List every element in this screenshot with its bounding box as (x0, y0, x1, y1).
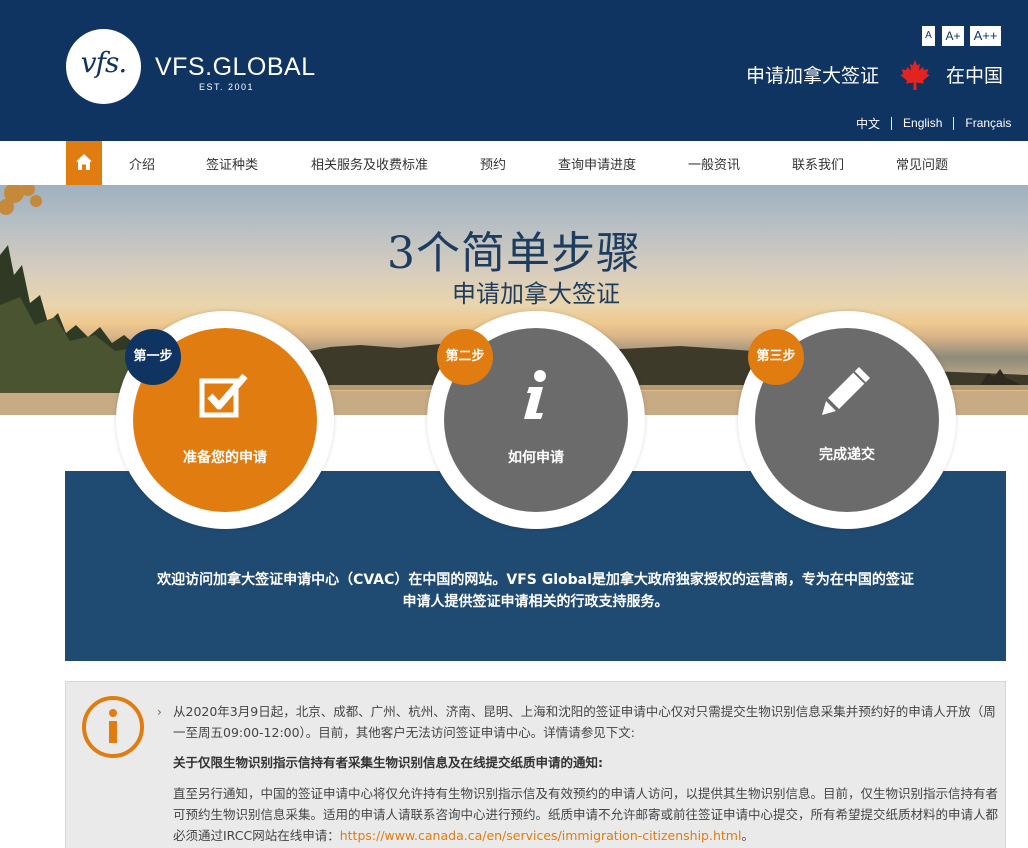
site-header: vfs. VFS.GLOBAL EST. 2001 A A+ A++ 申请加拿大… (0, 0, 1028, 141)
step-3-badge: 第三步 (748, 329, 804, 385)
hero-heading-number: 3 (387, 228, 416, 279)
logo-mark: vfs. (80, 46, 127, 79)
pencil-icon (822, 367, 870, 415)
welcome-line-2: 申请人提供签证申请相关的行政支持服务。 (402, 594, 669, 610)
welcome-text: 欢迎访问加拿大签证申请中心（CVAC）在中国的网站。VFS Global是加拿大… (65, 569, 1006, 613)
notice-subheading: 关于仅限生物识别指示信持有者采集生物识别信息及在线提交纸质申请的通知: (173, 755, 604, 770)
nav-item-track-application[interactable]: 查询申请进度 (558, 154, 636, 173)
nav-item-introduction[interactable]: 介绍 (129, 154, 155, 173)
nav-item-contact-us[interactable]: 联系我们 (792, 154, 844, 173)
hero-subheading: 申请加拿大签证 (452, 280, 620, 308)
nav-item-visa-types[interactable]: 签证种类 (206, 154, 258, 173)
welcome-line-1: 欢迎访问加拿大签证申请中心（CVAC）在中国的网站。VFS Global是加拿大… (157, 572, 914, 588)
info-circle-icon (82, 696, 144, 758)
header-title: 申请加拿大签证 (746, 65, 880, 87)
step-2-badge: 第二步 (437, 329, 493, 385)
nav-item-services-fees[interactable]: 相关服务及收费标准 (311, 154, 428, 173)
logo-established: EST. 2001 (198, 82, 255, 92)
info-icon (524, 370, 546, 419)
language-switcher: 中文 English Français (856, 114, 1011, 132)
logo-name: VFS.GLOBAL (155, 53, 316, 81)
main-nav: 介绍 签证种类 相关服务及收费标准 预约 查询申请进度 一般资讯 联系我们 常见… (0, 141, 1028, 185)
chevron-right-icon: › (157, 705, 162, 719)
lang-divider (891, 116, 893, 130)
nav-item-faq[interactable]: 常见问题 (896, 154, 948, 173)
notice-paragraph-3: 直至另行通知，中国的签证申请中心将仅允许持有生物识别指示信及有效预约的申请人访问… (173, 783, 999, 846)
notice-paragraph-1: 从2020年3月9日起，北京、成都、广州、杭州、济南、昆明、上海和沈阳的签证申请… (173, 704, 996, 740)
home-icon (76, 154, 92, 170)
step-1-badge: 第一步 (125, 329, 181, 385)
lang-french-link[interactable]: Français (965, 116, 1011, 130)
checkbox-icon (199, 373, 248, 418)
nav-item-appointment[interactable]: 预约 (480, 154, 506, 173)
ircc-website-link[interactable]: https://www.canada.ca/en/services/immigr… (340, 828, 742, 843)
hero-heading-text: 个简单步骤 (416, 228, 641, 279)
step-2-label: 如何申请 (508, 450, 564, 466)
nav-item-general-info[interactable]: 一般资讯 (688, 154, 740, 173)
vfs-logo[interactable]: vfs. (66, 29, 141, 104)
font-size-large-button[interactable]: A+ (942, 26, 964, 46)
step-3-label: 完成递交 (819, 447, 875, 463)
nav-home-button[interactable] (66, 141, 102, 185)
step-1-label: 准备您的申请 (183, 450, 267, 466)
lang-divider (953, 116, 955, 130)
lang-chinese-link[interactable]: 中文 (856, 115, 880, 132)
font-size-xlarge-button[interactable]: A++ (970, 26, 1001, 46)
font-size-normal-button[interactable]: A (922, 26, 935, 46)
lang-english-link[interactable]: English (903, 116, 942, 130)
notice-panel: › 从2020年3月9日起，北京、成都、广州、杭州、济南、昆明、上海和沈阳的签证… (65, 681, 1006, 848)
hero-heading: 3个简单步骤 (0, 217, 1028, 281)
header-country: 在中国 (946, 65, 1004, 87)
notice-paragraph-3-end: 。 (741, 828, 754, 843)
maple-leaf-icon (900, 60, 930, 90)
